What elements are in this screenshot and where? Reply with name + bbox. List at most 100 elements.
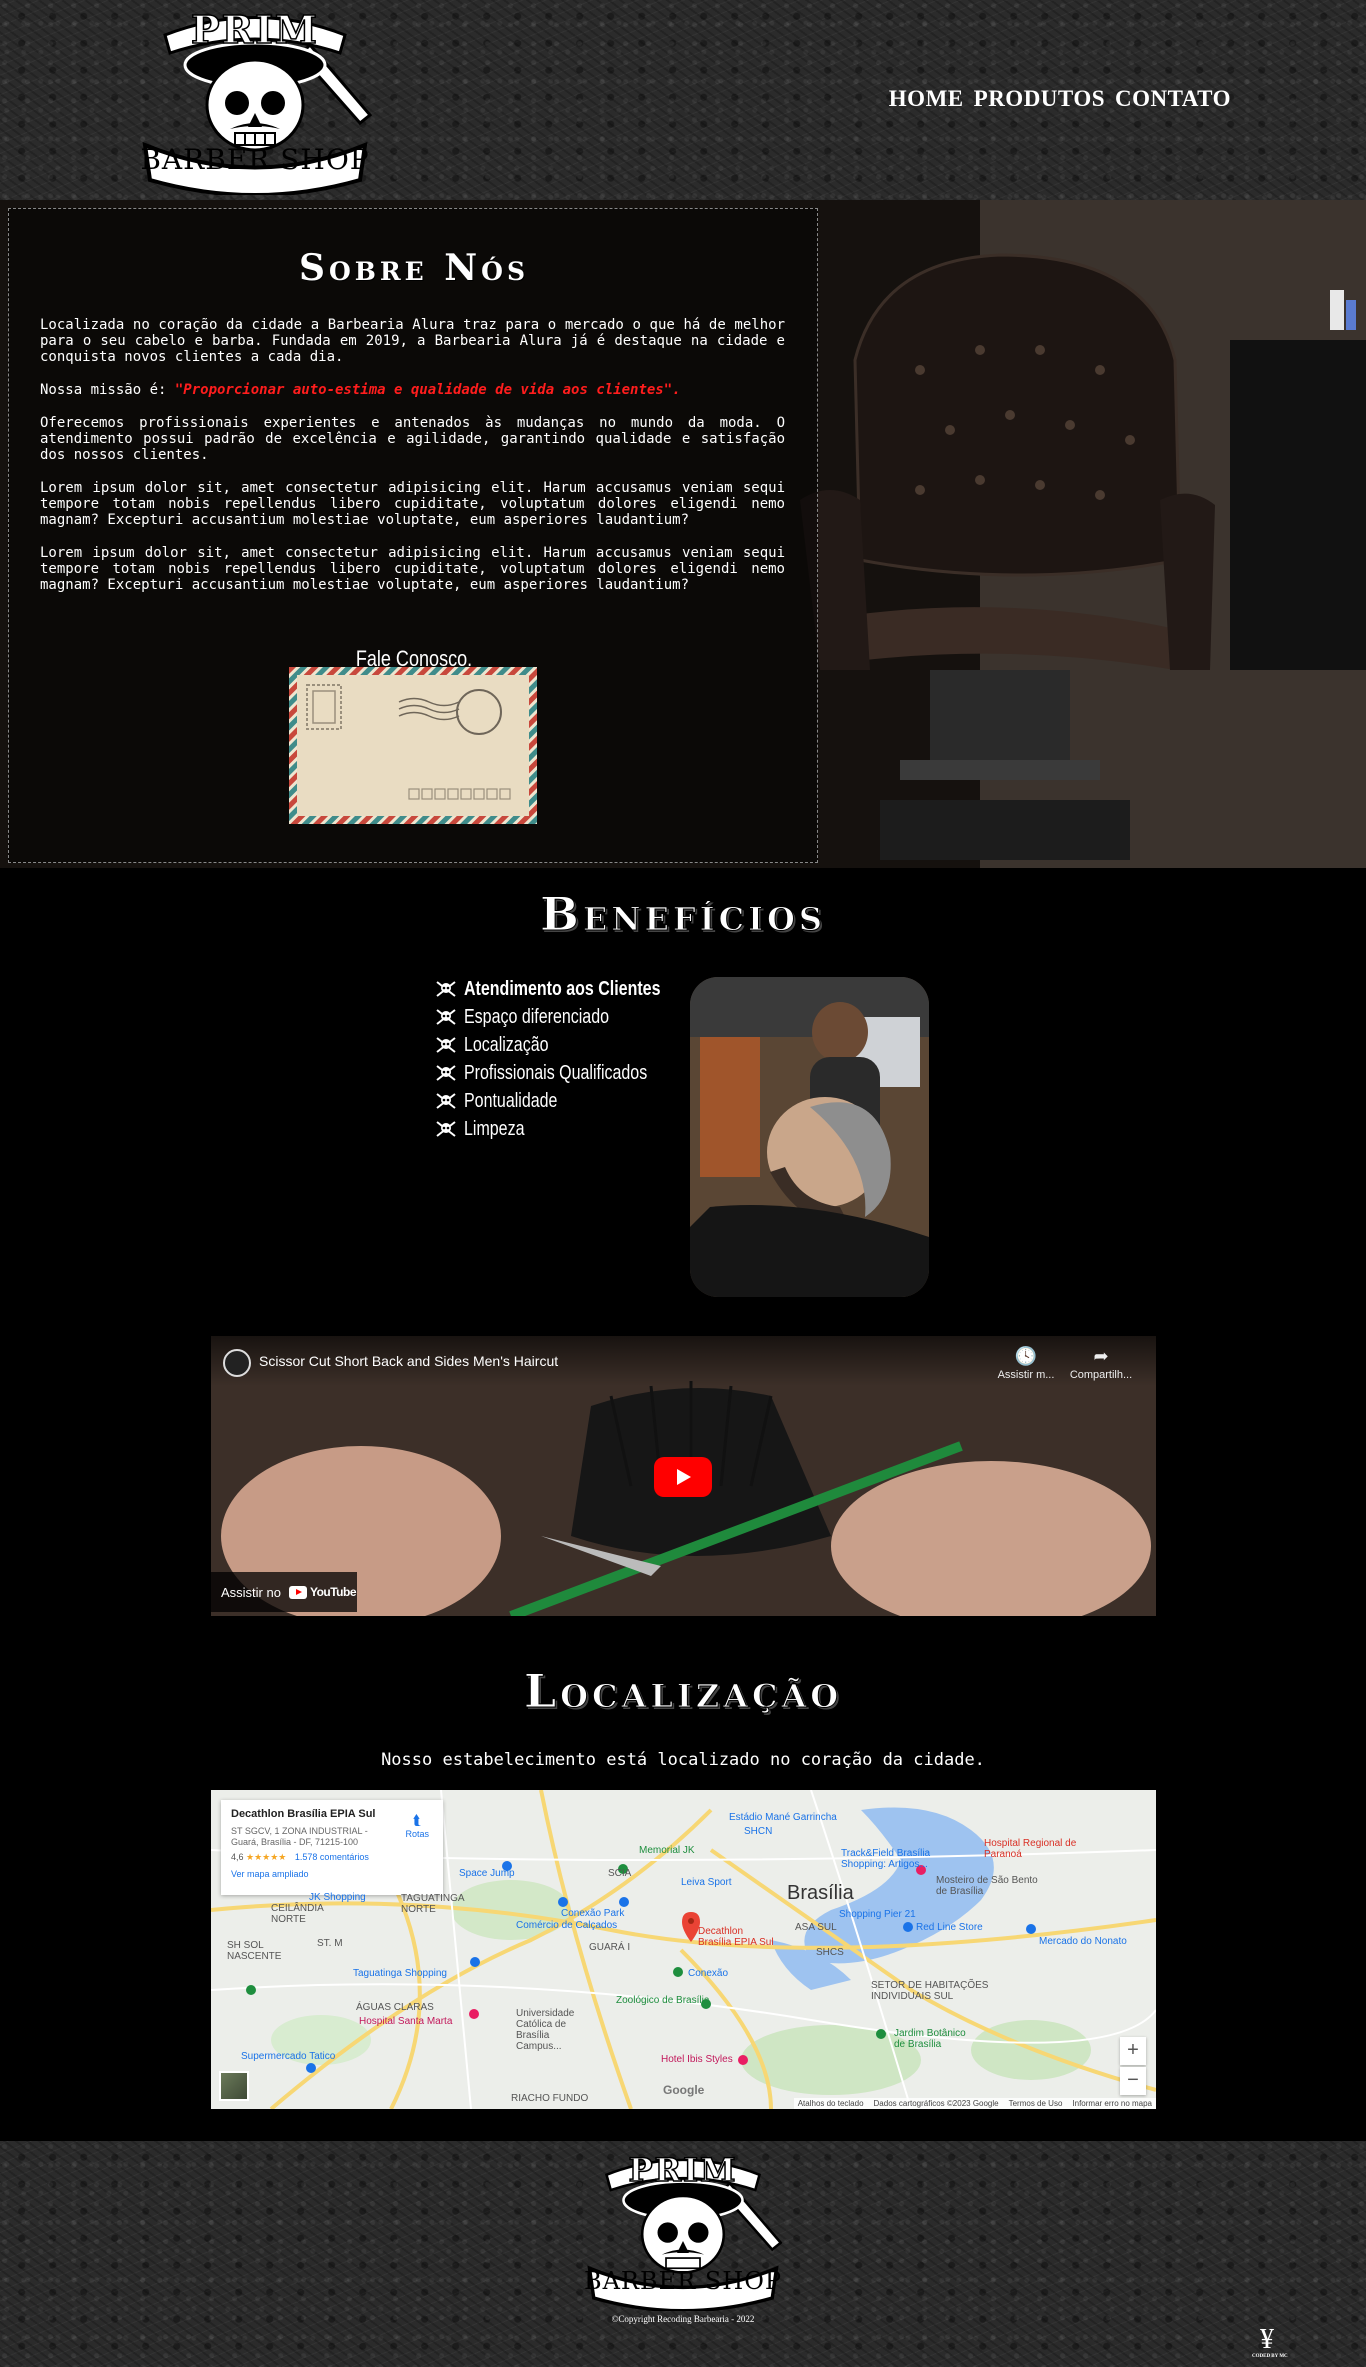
benefit-label: Atendimento aos Clientes xyxy=(464,977,661,1000)
view-larger-map-link[interactable]: Ver mapa ampliado xyxy=(231,1869,433,1879)
benefit-item: Limpeza xyxy=(436,1115,710,1143)
map-label-ibis: Hotel Ibis Styles xyxy=(661,2054,733,2065)
map-label-taguatinga-shopping: Taguatinga Shopping xyxy=(353,1968,447,1979)
watch-later-label: Assistir m... xyxy=(997,1369,1055,1381)
clock-icon: 🕓 xyxy=(1014,1346,1038,1366)
map-label-asa-sul: ASA SUL xyxy=(795,1922,837,1933)
map-label-aguas-claras: ÁGUAS CLARAS xyxy=(356,2002,434,2013)
nav-produtos-link[interactable]: PRODUTOS xyxy=(974,86,1105,112)
share-arrow-icon: ➦ xyxy=(1093,1346,1109,1366)
logo-prim-text: PRIM xyxy=(190,6,319,53)
logo-barber-shop-text: BARBER SHOP xyxy=(583,2267,783,2295)
prim-barber-shop-logo[interactable]: PRIM BARBER SHOP xyxy=(135,5,375,197)
benefit-item: Profissionais Qualificados xyxy=(436,1059,710,1087)
zoom-in-button[interactable]: + xyxy=(1120,2037,1146,2065)
map-label-leiva: Leiva Sport xyxy=(681,1877,732,1888)
map-label-track: Track&Field Brasília Shopping: Artigos..… xyxy=(841,1848,931,1870)
about-paragraph-1: Localizada no coração da cidade a Barbea… xyxy=(40,317,785,365)
skull-crossbones-icon xyxy=(436,1037,456,1053)
benefit-label: Pontualidade xyxy=(464,1089,558,1112)
main-nav: HOME PRODUTOS CONTATO xyxy=(889,86,1231,112)
rating-value: 4,6 xyxy=(231,1852,244,1862)
map-label-catolica: Universidade Católica de Brasília Campus… xyxy=(516,2008,575,2052)
map-place-name: Decathlon Brasília EPIA Sul xyxy=(231,1808,376,1820)
benefit-item: Atendimento aos Clientes xyxy=(436,975,710,1003)
map-label-tatico: Supermercado Tatico xyxy=(241,2051,336,2062)
skull-crossbones-icon xyxy=(436,1065,456,1081)
map-label-city: Brasília xyxy=(787,1882,854,1904)
benefit-label: Espaço diferenciado xyxy=(464,1005,609,1028)
coder-signature: ¥ CODED BY MC xyxy=(1252,2324,1288,2360)
map-place-card: Decathlon Brasília EPIA Sul ST SGCV, 1 Z… xyxy=(221,1800,443,1895)
barber-shaving-photo xyxy=(690,977,929,1297)
benefit-item: Espaço diferenciado xyxy=(436,1003,710,1031)
video-title[interactable]: Scissor Cut Short Back and Sides Men's H… xyxy=(259,1353,558,1369)
map-rating: 4,6 ★★★★★ 1.578 comentários xyxy=(231,1852,433,1863)
nav-contato-link[interactable]: CONTATO xyxy=(1115,86,1231,112)
map-label-habitacoes: SETOR DE HABITAÇÕES INDIVIDUAIS SUL xyxy=(871,1980,989,2002)
map-label-santa-marta: Hospital Santa Marta xyxy=(359,2016,453,2027)
map-label-jardim: Jardim Botânico de Brasília xyxy=(894,2028,966,2050)
channel-avatar[interactable] xyxy=(223,1349,251,1377)
map-label-mercado: Mercado do Nonato xyxy=(1039,1936,1127,1947)
map-label-zoologico: Zoológico de Brasília xyxy=(616,1995,710,2006)
location-title: Localização xyxy=(523,1664,843,1719)
satellite-toggle-button[interactable] xyxy=(219,2071,249,2101)
map-label-taguatinga-norte: TAGUATINGA NORTE xyxy=(401,1893,464,1915)
map-attribution: Atalhos do teclado Dados cartográficos ©… xyxy=(793,2098,1156,2109)
mission-prefix: Nossa missão é: xyxy=(40,382,175,398)
logo-prim-text: PRIM xyxy=(628,2150,738,2190)
about-paragraph-3: Lorem ipsum dolor sit, amet consectetur … xyxy=(40,480,785,528)
copyright-text: ©Copyright Recoding Barbearia - 2022 xyxy=(611,2314,755,2324)
map-label-memorial: Memorial JK xyxy=(639,1845,695,1856)
map-label-jk-shopping: JK Shopping xyxy=(309,1892,366,1903)
mission-paragraph: Nossa missão é: "Proporcionar auto-estim… xyxy=(40,382,785,398)
map-label-red-line: Red Line Store xyxy=(916,1922,983,1933)
logo-barber-shop-text: BARBER SHOP xyxy=(140,143,370,176)
site-header: PRIM BARBER SHOP HOME PRODUTOS CONTATO xyxy=(0,0,1366,200)
directions-icon: ⮬ xyxy=(413,1812,422,1828)
yen-symbol-icon: ¥ xyxy=(1260,2324,1274,2355)
skull-crossbones-icon xyxy=(436,981,456,997)
directions-button[interactable]: ⮬ Rotas xyxy=(405,1812,429,1839)
about-content-box: Sobre Nós Localizada no coração da cidad… xyxy=(8,208,818,863)
nav-home-link[interactable]: HOME xyxy=(889,86,964,112)
play-button-icon[interactable] xyxy=(654,1457,712,1497)
watch-on-label: Assistir no xyxy=(221,1584,281,1600)
benefit-item: Localização xyxy=(436,1031,710,1059)
map-label-sol-nascente: SH SOL NASCENTE xyxy=(227,1940,282,1962)
google-map-embed[interactable]: Decathlon Brasília EPIA Sul ST SGCV, 1 Z… xyxy=(211,1790,1156,2109)
youtube-logo-text: YouTube xyxy=(309,1585,357,1599)
about-text: Localizada no coração da cidade a Barbea… xyxy=(40,317,785,610)
map-place-address: ST SGCV, 1 ZONA INDUSTRIAL - Guará, Bras… xyxy=(231,1826,368,1847)
terms-link[interactable]: Termos de Uso xyxy=(1009,2099,1063,2108)
watch-on-youtube-button[interactable]: Assistir no YouTube xyxy=(211,1572,357,1612)
site-footer: PRIM BARBER SHOP ©Copyright Recoding Bar… xyxy=(0,2141,1366,2367)
benefits-title: Benefícios xyxy=(539,887,827,942)
report-error-link[interactable]: Informar erro no mapa xyxy=(1072,2099,1152,2108)
map-label-mosteiro: Mosteiro de São Bento de Brasília xyxy=(936,1875,1038,1897)
zoom-out-button[interactable]: − xyxy=(1120,2067,1146,2095)
reviews-link[interactable]: 1.578 comentários xyxy=(295,1852,369,1862)
mission-statement: "Proporcionar auto-estima e qualidade de… xyxy=(174,382,681,398)
benefit-label: Localização xyxy=(464,1033,549,1056)
about-section: Sobre Nós Localizada no coração da cidad… xyxy=(0,200,1366,868)
map-label-comercio: Comércio de Calçados xyxy=(516,1920,618,1931)
map-label-space-jump: Space Jump xyxy=(459,1868,515,1879)
map-label-shcn: SHCN xyxy=(744,1826,773,1837)
keyboard-shortcuts-link[interactable]: Atalhos do teclado xyxy=(798,2099,864,2108)
share-label: Compartilh... xyxy=(1069,1369,1133,1381)
youtube-video-embed[interactable]: Scissor Cut Short Back and Sides Men's H… xyxy=(211,1336,1156,1616)
share-button[interactable]: ➦ Compartilh... xyxy=(1066,1346,1136,1381)
map-label-pin: Decathlon Brasília EPIA Sul xyxy=(698,1926,774,1948)
map-data-text: Dados cartográficos ©2023 Google xyxy=(873,2099,999,2108)
about-paragraph-2: Oferecemos profissionais experientes e a… xyxy=(40,415,785,463)
benefit-label: Profissionais Qualificados xyxy=(464,1061,648,1084)
map-label-st-m: ST. M xyxy=(317,1938,343,1949)
map-label-shcs: SHCS xyxy=(816,1947,844,1958)
map-label-conexao: Conexão xyxy=(688,1968,729,1979)
coder-caption: CODED BY MC xyxy=(1252,2354,1288,2359)
skull-crossbones-icon xyxy=(436,1009,456,1025)
watch-later-button[interactable]: 🕓 Assistir m... xyxy=(991,1346,1061,1381)
envelope-contact-icon[interactable] xyxy=(289,667,537,824)
